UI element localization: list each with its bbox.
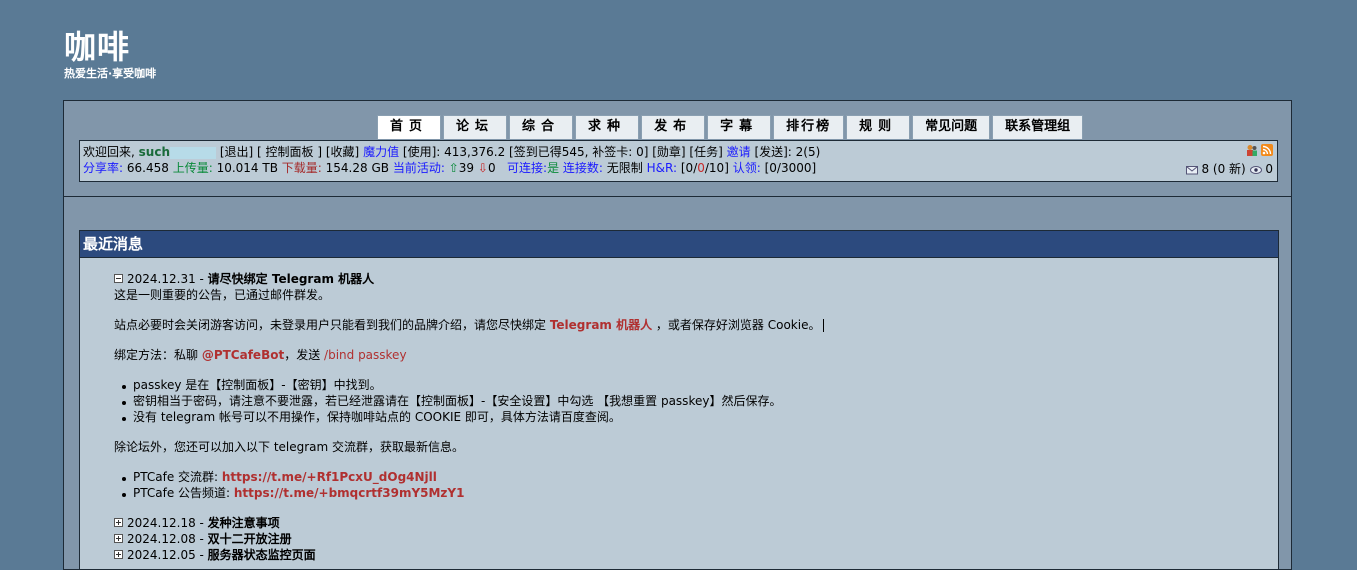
news-body: 2024.12.31 - 请尽快绑定 Telegram 机器人 这是一则重要的公… <box>80 258 1278 563</box>
connections-value: 无限制 <box>606 161 643 175</box>
list-item: 没有 telegram 帐号可以不用操作，保持咖啡站点的 COOKIE 即可，具… <box>122 409 1278 425</box>
connectable-value: 是 <box>547 161 560 175</box>
telegram-bot-link[interactable]: Telegram 机器人 <box>550 318 652 332</box>
watch-eye-icon[interactable] <box>1249 164 1262 176</box>
nav-home[interactable]: 首页 <box>377 115 442 139</box>
username-link[interactable]: such <box>139 145 170 159</box>
nav-faq[interactable]: 常见问题 <box>912 115 991 139</box>
message-stats: 8 (0 新) 0 <box>1185 161 1273 177</box>
nav-rules[interactable]: 规则 <box>846 115 911 139</box>
favorites-link[interactable]: [收藏] <box>326 145 359 159</box>
news-title[interactable]: 发种注意事项 <box>208 516 280 530</box>
claim-label[interactable]: 认领: <box>733 161 761 175</box>
nav-contact-staff[interactable]: 联系管理组 <box>992 115 1084 139</box>
control-panel-link[interactable]: [ 控制面板 ] <box>257 145 322 159</box>
connections-label: 连接数: <box>562 161 603 175</box>
messages-count[interactable]: 8 (0 新) <box>1201 162 1245 176</box>
news-item-collapsed: 2024.12.08 - 双十二开放注册 <box>114 531 1278 547</box>
telegram-group-link[interactable]: https://t.me/+Rf1PcxU_dOg4Njll <box>222 470 437 484</box>
upload-value: 10.014 TB <box>216 161 278 175</box>
collapse-icon[interactable] <box>114 274 123 283</box>
news-title[interactable]: 服务器状态监控页面 <box>208 548 316 562</box>
main-nav: 首页 论坛 综合 求种 发布 字幕 排行榜 规则 常见问题 联系管理组 <box>377 115 1085 139</box>
site-slogan: 热爱生活·享受咖啡 <box>64 67 157 80</box>
news-item-collapsed: 2024.12.18 - 发种注意事项 <box>114 515 1278 531</box>
passkey-tips-list: passkey 是在【控制面板】-【密钥】中找到。 密钥相当于密码，请注意不要泄… <box>114 377 1278 425</box>
claim-value: [0/3000] <box>764 161 817 175</box>
nav-ranking[interactable]: 排行榜 <box>773 115 845 139</box>
invite-link[interactable]: 邀请 <box>727 145 751 159</box>
download-label: 下载量: <box>281 161 322 175</box>
inbox-icon[interactable] <box>1185 164 1198 176</box>
news-date: 2024.12.31 - <box>127 272 208 286</box>
news-panel: 最近消息 2024.12.31 - 请尽快绑定 Telegram 机器人 这是一… <box>79 230 1279 570</box>
username-redacted <box>170 146 216 159</box>
bonus-value: [使用]: 413,376.2 [签到已得545, 补签卡: 0] [勋章] [… <box>402 145 723 159</box>
download-value: 154.28 GB <box>325 161 389 175</box>
nav-upload[interactable]: 发布 <box>641 115 706 139</box>
news-item-collapsed: 2024.12.05 - 服务器状态监控页面 <box>114 547 1278 563</box>
expand-icon[interactable] <box>114 534 123 543</box>
site-title: 咖啡 <box>64 28 131 66</box>
header-box: 首页 论坛 综合 求种 发布 字幕 排行榜 规则 常见问题 联系管理组 欢迎回来… <box>64 101 1291 197</box>
news-title[interactable]: 双十二开放注册 <box>208 532 292 546</box>
connectable-label: 可连接: <box>507 161 548 175</box>
nav-requests[interactable]: 求种 <box>575 115 640 139</box>
logout-link[interactable]: [退出] <box>220 145 253 159</box>
hr-value: [0/0/10] <box>680 161 729 175</box>
list-item: 密钥相当于密码，请注意不要泄露，若已经泄露请在【控制面板】-【安全设置】中勾选 … <box>122 393 1278 409</box>
top-right-icons <box>1246 144 1273 156</box>
news-line-2: 站点必要时会关闭游客访问，未登录用户只能看到我们的品牌介绍，请您尽快绑定 Tel… <box>114 317 1278 333</box>
hr-label[interactable]: H&R: <box>647 161 677 175</box>
nav-subtitles[interactable]: 字幕 <box>707 115 772 139</box>
list-item: passkey 是在【控制面板】-【密钥】中找到。 <box>122 377 1278 393</box>
expand-icon[interactable] <box>114 518 123 527</box>
ratio-value: 66.458 <box>126 161 169 175</box>
list-item: PTCafe 交流群: https://t.me/+Rf1PcxU_dOg4Nj… <box>122 469 1278 485</box>
bot-handle-link[interactable]: @PTCafeBot <box>202 348 284 362</box>
main-container: 首页 论坛 综合 求种 发布 字幕 排行榜 规则 常见问题 联系管理组 欢迎回来… <box>63 100 1292 570</box>
telegram-channel-link[interactable]: https://t.me/+bmqcrtf39mY5MzY1 <box>234 486 465 500</box>
nav-forum[interactable]: 论坛 <box>443 115 508 139</box>
rss-icon[interactable] <box>1261 144 1273 156</box>
active-label: 当前活动: <box>392 161 445 175</box>
active-down-value: 0 <box>487 161 496 175</box>
bonus-link[interactable]: 魔力值 <box>363 145 399 159</box>
user-info-bar: 欢迎回来, such [退出] [ 控制面板 ] [收藏] 魔力值 [使用]: … <box>79 140 1278 182</box>
news-item-expanded: 2024.12.31 - 请尽快绑定 Telegram 机器人 <box>114 271 1278 287</box>
active-up-value: 39 <box>458 161 475 175</box>
news-title[interactable]: 请尽快绑定 Telegram 机器人 <box>208 272 374 286</box>
news-line-1: 这是一则重要的公告，已通过邮件群发。 <box>114 288 331 302</box>
list-item: PTCafe 公告频道: https://t.me/+bmqcrtf39mY5M… <box>122 485 1278 501</box>
leeching-arrow-icon: ⇩ <box>477 161 488 175</box>
telegram-groups-list: PTCafe 交流群: https://t.me/+Rf1PcxU_dOg4Nj… <box>114 469 1278 501</box>
watch-count: 0 <box>1265 162 1273 176</box>
news-line-4: 除论坛外，您还可以加入以下 telegram 交流群，获取最新信息。 <box>114 440 465 454</box>
text-cursor <box>823 319 825 332</box>
ratio-label: 分享率: <box>83 161 124 175</box>
bind-command: /bind passkey <box>324 348 407 362</box>
news-header: 最近消息 <box>80 231 1278 258</box>
invite-value: [发送]: 2(5) <box>754 145 821 159</box>
friends-icon[interactable] <box>1246 144 1258 156</box>
news-line-3: 绑定方法：私聊 @PTCafeBot，发送 /bind passkey <box>114 348 407 362</box>
upload-label: 上传量: <box>172 161 213 175</box>
welcome-text: 欢迎回来, <box>83 145 135 159</box>
seeding-arrow-icon: ⇧ <box>448 161 459 175</box>
nav-torrents[interactable]: 综合 <box>509 115 574 139</box>
